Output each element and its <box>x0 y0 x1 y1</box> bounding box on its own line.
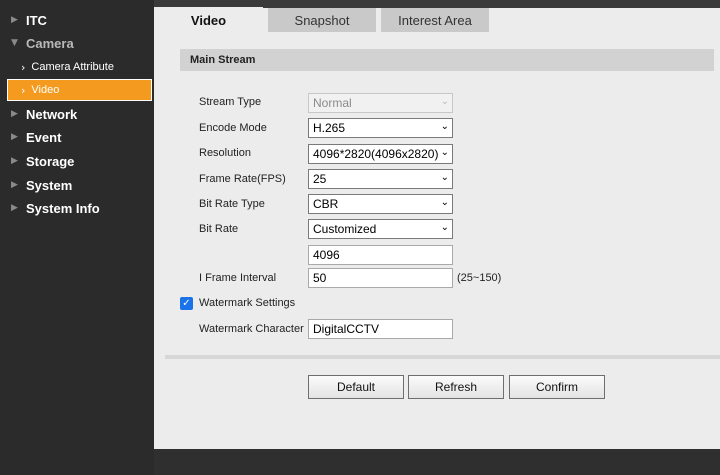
tab-label: Snapshot <box>294 12 350 28</box>
sidebar-item-label: ITC <box>26 12 47 28</box>
tab-interest-area[interactable]: Interest Area <box>380 8 489 32</box>
chevron-down-icon: ⌄ <box>440 172 449 183</box>
chevron-right-icon: › <box>21 60 26 74</box>
sidebar-item-system-info[interactable]: ▶ System Info <box>0 197 154 219</box>
stream-type-value: Normal <box>313 96 352 110</box>
sidebar-item-itc[interactable]: ▶ ITC <box>0 9 154 31</box>
section-header-main-stream: Main Stream <box>180 49 714 71</box>
watermark-settings-checkbox[interactable]: ✓ <box>180 297 193 310</box>
bit-rate-type-value: CBR <box>313 197 339 211</box>
sidebar-item-label: Network <box>26 106 78 122</box>
caret-down-icon: ▼ <box>11 38 18 48</box>
sidebar-item-label: Camera <box>26 35 74 51</box>
tab-label: Interest Area <box>398 12 472 28</box>
sidebar-item-label: System <box>26 177 73 193</box>
sidebar-item-network[interactable]: ▶ Network <box>0 103 154 125</box>
sidebar-subitem-video[interactable]: › Video <box>7 79 152 101</box>
sidebar-item-storage[interactable]: ▶ Storage <box>0 150 154 172</box>
chevron-down-icon: ⌄ <box>440 197 449 208</box>
sidebar-item-label: System Info <box>26 200 100 216</box>
encode-mode-value: H.265 <box>313 121 346 135</box>
bit-rate-custom-input[interactable]: 4096 <box>308 245 453 265</box>
caret-right-icon: ▶ <box>11 132 18 142</box>
chevron-down-icon: ⌄ <box>440 121 449 132</box>
caret-right-icon: ▶ <box>11 156 18 166</box>
default-button[interactable]: Default <box>308 375 404 399</box>
sidebar-subitem-label: Camera Attribute <box>31 61 114 73</box>
watermark-character-input[interactable]: DigitalCCTV <box>308 319 453 339</box>
i-frame-interval-label: I Frame Interval <box>199 272 277 284</box>
sidebar-item-event[interactable]: ▶ Event <box>0 126 154 148</box>
sidebar-item-label: Event <box>26 129 62 145</box>
chevron-right-icon: › <box>21 83 26 97</box>
sidebar-subitem-label: Video <box>31 84 60 96</box>
i-frame-interval-hint: (25~150) <box>457 272 502 284</box>
caret-right-icon: ▶ <box>11 15 18 25</box>
resolution-select[interactable]: 4096*2820(4096x2820) ⌄ <box>308 144 453 164</box>
sidebar-item-label: Storage <box>26 153 75 169</box>
checkmark-icon: ✓ <box>182 298 191 309</box>
resolution-value: 4096*2820(4096x2820) <box>313 147 439 161</box>
tab-label: Video <box>190 12 227 28</box>
sidebar-subitem-camera-attribute[interactable]: › Camera Attribute <box>0 56 154 78</box>
resolution-label: Resolution <box>199 147 251 159</box>
frame-rate-label: Frame Rate(FPS) <box>199 173 286 185</box>
tab-video[interactable]: Video <box>154 7 263 33</box>
bottom-band <box>154 449 720 475</box>
confirm-button[interactable]: Confirm <box>509 375 605 399</box>
watermark-character-label: Watermark Character <box>199 323 304 335</box>
caret-right-icon: ▶ <box>11 180 18 190</box>
sidebar-item-camera[interactable]: ▼ Camera <box>0 32 154 54</box>
bit-rate-select[interactable]: Customized ⌄ <box>308 219 453 239</box>
divider <box>165 355 720 359</box>
bit-rate-label: Bit Rate <box>199 223 239 235</box>
frame-rate-select[interactable]: 25 ⌄ <box>308 169 453 189</box>
chevron-down-icon: ⌄ <box>440 96 449 107</box>
stream-type-select: Normal ⌄ <box>308 93 453 113</box>
stream-type-label: Stream Type <box>199 96 262 108</box>
watermark-settings-label: Watermark Settings <box>199 297 296 309</box>
encode-mode-select[interactable]: H.265 ⌄ <box>308 118 453 138</box>
chevron-down-icon: ⌄ <box>440 147 449 158</box>
caret-right-icon: ▶ <box>11 203 18 213</box>
tab-snapshot[interactable]: Snapshot <box>267 8 376 32</box>
encode-mode-label: Encode Mode <box>199 122 267 134</box>
refresh-button[interactable]: Refresh <box>408 375 504 399</box>
sidebar: ▶ ITC ▼ Camera › Camera Attribute › Vide… <box>0 0 154 475</box>
sidebar-item-system[interactable]: ▶ System <box>0 174 154 196</box>
bit-rate-type-label: Bit Rate Type <box>199 198 265 210</box>
i-frame-interval-input[interactable]: 50 <box>308 268 453 288</box>
caret-right-icon: ▶ <box>11 109 18 119</box>
chevron-down-icon: ⌄ <box>440 222 449 233</box>
bit-rate-type-select[interactable]: CBR ⌄ <box>308 194 453 214</box>
frame-rate-value: 25 <box>313 172 327 186</box>
bit-rate-value: Customized <box>313 222 377 236</box>
